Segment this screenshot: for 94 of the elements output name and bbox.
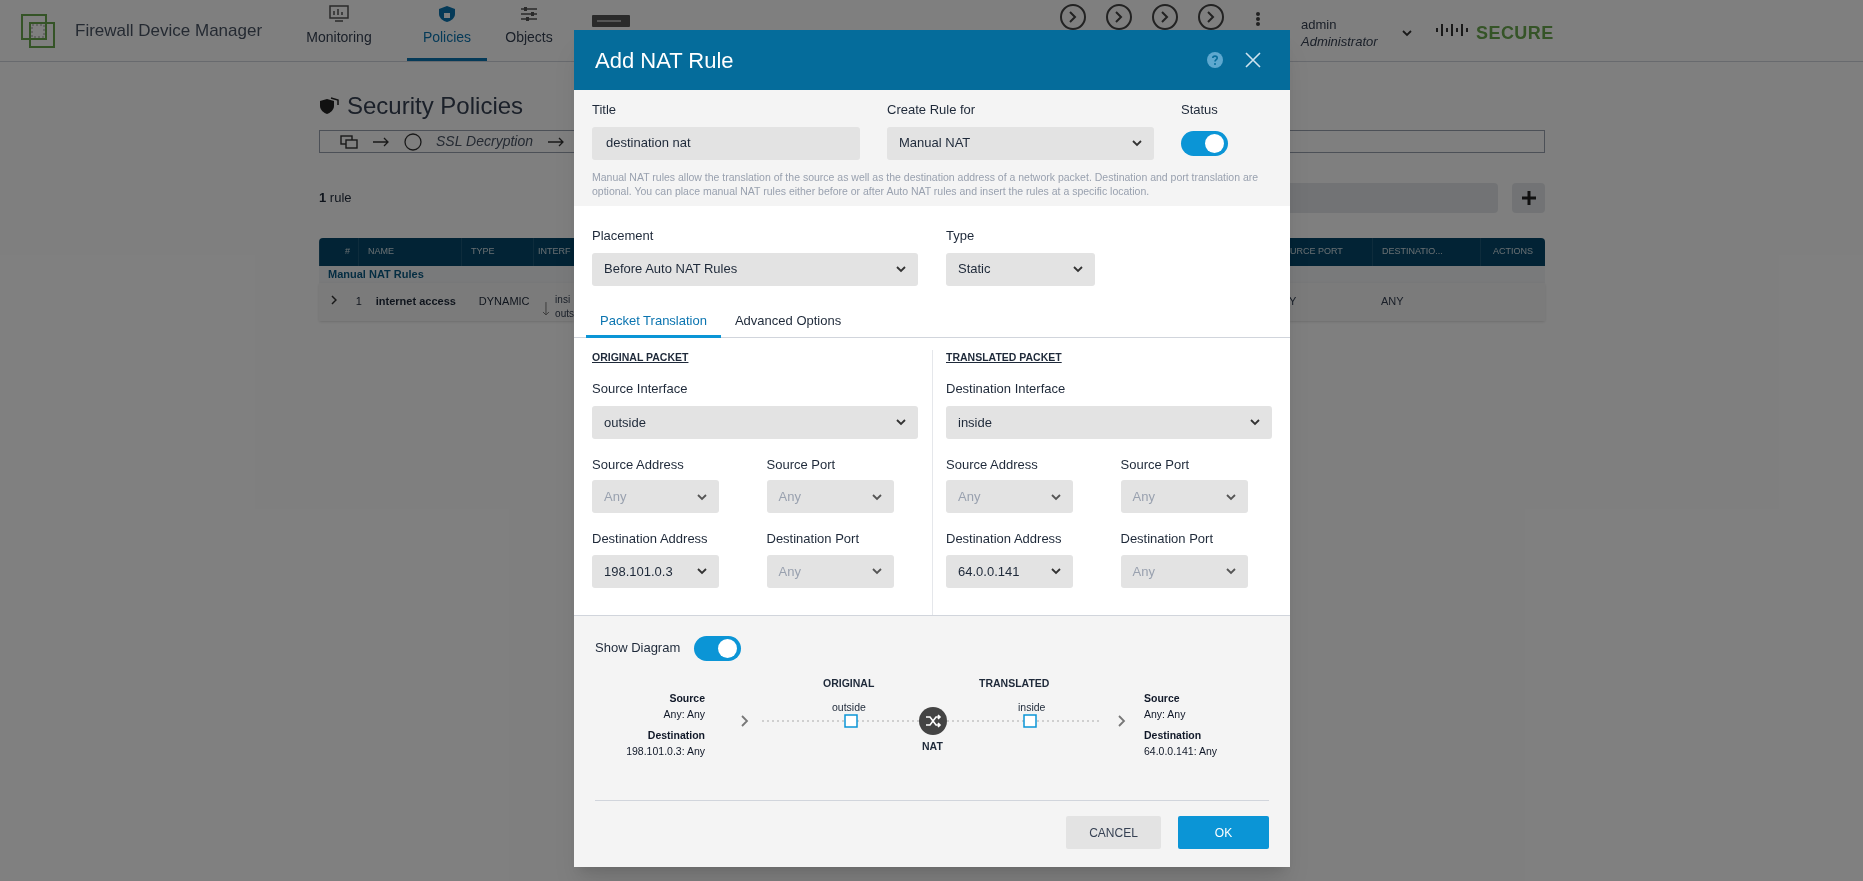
nat-label: NAT [922,738,943,754]
table-cell-text: ANY [1380,293,1405,309]
diagram-heading: ORIGINAL [823,675,875,691]
endpoint-value: Any: Any [1144,706,1186,722]
chevron-right-icon [1117,714,1127,727]
toggle-switch[interactable] [694,635,742,661]
shield-icon [437,5,457,23]
shield-icon [319,97,339,115]
column-header: # [345,245,350,259]
more-icon [1256,12,1260,26]
expand-icon[interactable] [329,294,339,305]
interface-node-icon [1023,713,1037,728]
field-label: Placement [592,227,655,245]
arrow-down-icon [542,300,551,317]
dropdown[interactable]: outside [592,405,918,439]
table-cell-text: Y [1289,293,1298,309]
nat-shuffle-icon [919,706,947,735]
field-label: Source Address [592,455,685,474]
add-button[interactable] [1512,183,1545,213]
plus-icon [1520,190,1537,206]
field-label: Create Rule for [887,101,977,119]
endpoint-label: Source [669,690,705,706]
nav-tab[interactable]: Monitoring [290,0,388,61]
cancel-button[interactable]: CANCEL [1066,816,1161,849]
field-label: Status [1181,101,1219,119]
field-label: Type [946,227,976,245]
field-label: Destination Port [766,530,860,549]
dropdown[interactable]: Manual NAT [887,126,1154,160]
endpoint-value: Any: Any [663,706,705,722]
endpoint-value: 198.101.0.3: Any [626,743,705,759]
section-heading: TRANSLATED PACKET [946,349,1063,365]
sliders-icon [519,5,539,23]
nat-icon [340,134,358,149]
table-cell: outs [555,306,574,321]
field-label: Show Diagram [595,639,681,658]
field-label: Destination Port [1120,530,1214,549]
column-header: URCE PORT [1290,245,1343,259]
monitor-icon [329,5,349,23]
interface-node-icon [844,713,858,728]
ok-button[interactable]: OK [1178,816,1269,849]
table-cell-text: DYNAMIC [477,293,531,309]
endpoint-label: Destination [647,727,705,743]
field-label: Source Port [766,455,837,474]
field-label: Destination Address [946,530,1063,549]
app-logo-icon [20,12,56,49]
interface-label: inside [1018,699,1046,715]
interface-label: outside [832,699,866,715]
tab[interactable]: Packet Translation [586,307,721,338]
table-cell-text: internet access [374,293,457,309]
dropdown[interactable]: Static [946,252,1095,286]
field-label: Title [592,101,618,119]
field-label: Source Address [946,455,1039,474]
endpoint-label: Source [1144,690,1180,706]
column-header: ACTIONS [1493,245,1533,259]
app-title: Firewall Device Manager [75,19,263,42]
endpoint-value: 64.0.0.141: Any [1144,743,1217,759]
close-icon[interactable] [1245,52,1261,68]
flow-step[interactable]: SSL Decryption [436,131,533,152]
column-header: TYPE [471,245,495,259]
arrow-icon [547,136,565,147]
dropdown[interactable]: inside [946,405,1272,439]
field-label: Destination Address [592,530,709,549]
section-heading: ORIGINAL PACKET [592,349,690,365]
arrow-icon [372,136,390,147]
column-header: INTERF [538,245,571,259]
field-label: Source Interface [592,380,689,399]
search-field[interactable] [1289,183,1498,213]
device-icon [591,14,631,28]
field-label: Source Port [1120,455,1191,474]
toggle-switch[interactable] [1181,130,1228,156]
dropdown[interactable]: 64.0.0.141 [946,554,1073,588]
table-cell-text: 1 [354,293,363,309]
nav-tab[interactable]: Policies [407,0,487,61]
column-header: NAME [368,245,394,259]
dropdown[interactable]: Before Auto NAT Rules [592,252,918,286]
rule-count: 1 rule [319,189,352,208]
user-name: admin [1301,16,1338,33]
table-cell-text: insi [555,292,572,307]
chevron-right-icon [740,714,750,727]
tab[interactable]: Advanced Options [720,307,856,338]
brand-name: SECURE [1476,22,1554,45]
dialog-title: Add NAT Rule [595,46,735,75]
field-label: Destination Interface [946,380,1067,399]
nav-tab[interactable]: Objects [487,0,571,61]
group-label: Manual NAT Rules [328,267,424,282]
diagram-heading: TRANSLATED [979,675,1050,691]
user-role: Administrator [1301,33,1378,50]
dropdown[interactable]: 198.101.0.3 [592,554,719,588]
page-title: Security Policies [347,91,524,121]
endpoint-label: Destination [1144,727,1202,743]
column-header: DESTINATIO... [1382,245,1443,259]
circle-icon [404,132,422,151]
title-field[interactable]: destination nat [592,126,860,160]
help-text: Manual NAT rules allow the translation of the source as well as the destination address of a network packet. Destination and port translation are optional. You can place manual NAT rules either before or after Auto NAT rules and insert the rules at a specific location. [592,169,1260,198]
